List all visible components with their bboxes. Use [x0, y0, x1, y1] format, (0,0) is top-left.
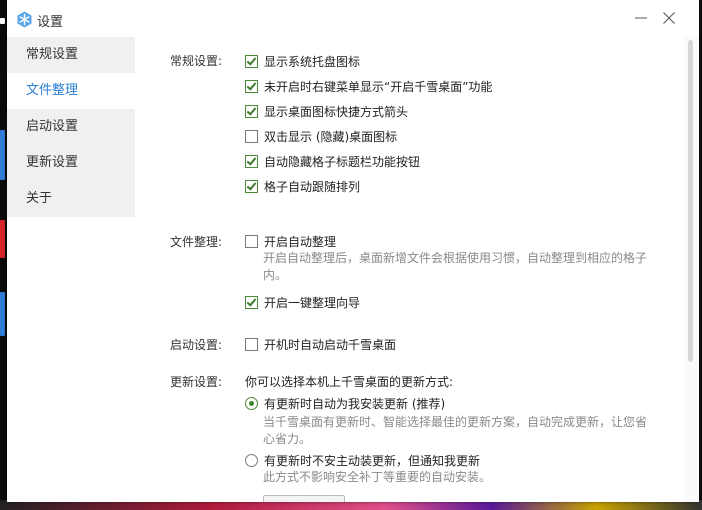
- desktop-icon-fragment: [0, 292, 5, 336]
- desktop-background: [0, 0, 7, 510]
- general-option[interactable]: 显示系统托盘图标: [245, 52, 360, 70]
- general-section-label: 常规设置:: [170, 54, 223, 68]
- close-icon: [659, 8, 679, 28]
- checkbox[interactable]: [245, 54, 258, 68]
- update-auto-description: 当千雪桌面有更新时、智能选择最佳的更新方案，自动完成更新，让您省心省力。: [263, 415, 648, 446]
- radio-button[interactable]: [245, 396, 258, 410]
- update-notify-description: 此方式不影响安全补丁等重要的自动安装。: [263, 470, 492, 484]
- update-section-label: 更新设置:: [170, 375, 223, 389]
- desktop-icon-fragment: [0, 18, 5, 24]
- option-label[interactable]: 显示系统托盘图标: [264, 53, 360, 70]
- general-option[interactable]: 自动隐藏格子标题栏功能按钮: [245, 152, 420, 170]
- radio-button[interactable]: [245, 453, 258, 467]
- sidebar-item-about[interactable]: 关于: [7, 181, 135, 217]
- update-intro: 你可以选择本机上千雪桌面的更新方式:: [245, 375, 454, 389]
- settings-sidebar: 常规设置 文件整理 启动设置 更新设置 关于: [7, 37, 135, 217]
- startup-section-label: 启动设置:: [170, 338, 223, 352]
- auto-organize-label[interactable]: 开启自动整理: [264, 233, 336, 250]
- minimize-icon: [631, 8, 651, 28]
- check-update-button[interactable]: [263, 495, 345, 502]
- general-option[interactable]: 未开启时右键菜单显示“开启千雪桌面”功能: [245, 77, 492, 95]
- checkbox[interactable]: [245, 154, 258, 168]
- sidebar-item-file-organize[interactable]: 文件整理: [7, 73, 135, 109]
- desktop-icon-fragment: [0, 130, 5, 180]
- option-label[interactable]: 自动隐藏格子标题栏功能按钮: [264, 153, 420, 170]
- option-label[interactable]: 显示桌面图标快捷方式箭头: [264, 103, 408, 120]
- minimize-button[interactable]: [631, 8, 651, 28]
- update-auto-label[interactable]: 有更新时自动为我安装更新 (推荐): [264, 395, 445, 412]
- settings-window: 设置 常规设置 文件整理 启动设置 更新设置 关于 常规设置: 显示系统托盘图标…: [7, 0, 699, 502]
- startup-option[interactable]: 开机时自动启动千雪桌面: [245, 335, 396, 353]
- close-button[interactable]: [659, 8, 679, 28]
- startup-checkbox[interactable]: [245, 337, 258, 351]
- sidebar-item-update[interactable]: 更新设置: [7, 145, 135, 181]
- checkbox[interactable]: [245, 129, 258, 143]
- sidebar-item-startup[interactable]: 启动设置: [7, 109, 135, 145]
- organize-section-label: 文件整理:: [170, 235, 223, 249]
- snowflake-icon: [16, 11, 33, 28]
- window-title: 设置: [37, 15, 64, 30]
- auto-organize-option[interactable]: 开启自动整理: [245, 232, 336, 250]
- desktop-icon-fragment: [0, 220, 5, 258]
- update-notify-label[interactable]: 有更新时不安主动装更新，但通知我更新: [264, 452, 480, 469]
- organize-wizard-label[interactable]: 开启一键整理向导: [264, 294, 360, 311]
- option-label[interactable]: 双击显示 (隐藏)桌面图标: [264, 128, 397, 145]
- auto-organize-checkbox[interactable]: [245, 234, 258, 248]
- general-option[interactable]: 格子自动跟随排列: [245, 177, 360, 195]
- auto-organize-description: 开启自动整理后，桌面新增文件会根据使用习惯，自动整理到相应的格子内。: [263, 251, 648, 282]
- organize-wizard-checkbox[interactable]: [245, 295, 258, 309]
- general-option[interactable]: 显示桌面图标快捷方式箭头: [245, 102, 408, 120]
- update-notify-option[interactable]: 有更新时不安主动装更新，但通知我更新: [245, 451, 480, 469]
- title-bar: 设置: [7, 0, 699, 37]
- settings-content: 常规设置: 显示系统托盘图标 未开启时右键菜单显示“开启千雪桌面”功能 显示桌面…: [135, 37, 684, 502]
- checkbox[interactable]: [245, 179, 258, 193]
- general-option[interactable]: 双击显示 (隐藏)桌面图标: [245, 127, 397, 145]
- organize-wizard-option[interactable]: 开启一键整理向导: [245, 293, 360, 311]
- startup-label[interactable]: 开机时自动启动千雪桌面: [264, 336, 396, 353]
- option-label[interactable]: 格子自动跟随排列: [264, 178, 360, 195]
- option-label[interactable]: 未开启时右键菜单显示“开启千雪桌面”功能: [264, 78, 492, 95]
- sidebar-item-general[interactable]: 常规设置: [7, 37, 135, 73]
- update-auto-option[interactable]: 有更新时自动为我安装更新 (推荐): [245, 394, 445, 412]
- checkbox[interactable]: [245, 79, 258, 93]
- checkbox[interactable]: [245, 104, 258, 118]
- scrollbar-thumb[interactable]: [688, 40, 693, 362]
